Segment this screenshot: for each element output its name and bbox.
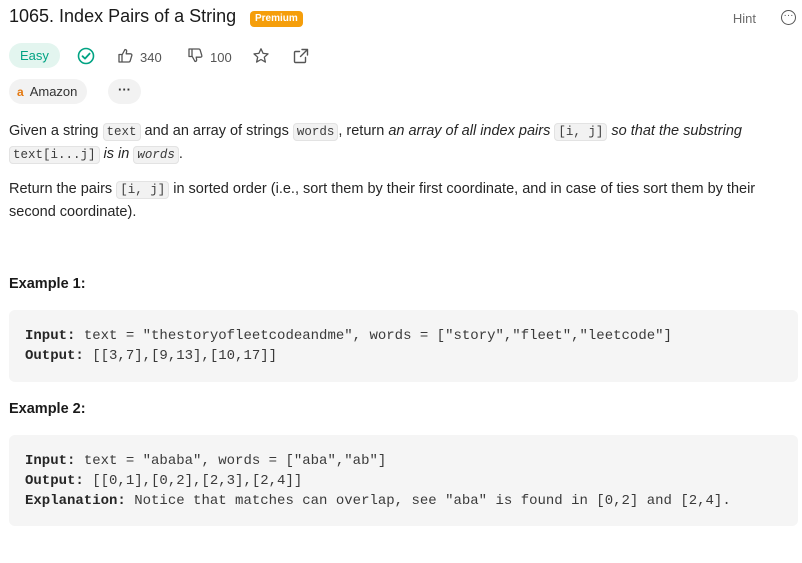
code-substring: text[i...j] bbox=[9, 146, 100, 164]
description-paragraph-1: Given a string text and an array of stri… bbox=[9, 123, 742, 164]
tag-label: Amazon bbox=[29, 84, 78, 99]
share-icon[interactable] bbox=[292, 47, 310, 70]
check-circle-icon bbox=[77, 47, 95, 70]
more-circle-icon[interactable]: ··· bbox=[781, 10, 796, 25]
problem-meta-bar: Easy 340 100 bbox=[9, 43, 509, 69]
code-ij: [i, j] bbox=[554, 123, 608, 141]
thumbs-up-icon bbox=[117, 47, 134, 67]
example-2-box: Input: text = "ababa", words = ["aba","a… bbox=[9, 435, 798, 526]
problem-title: 1065. Index Pairs of a String bbox=[9, 6, 237, 26]
example-explanation: Explanation: Notice that matches can ove… bbox=[25, 493, 731, 509]
more-tags-button[interactable]: ··· bbox=[108, 79, 141, 104]
example-1-box: Input: text = "thestoryofleetcodeandme",… bbox=[9, 310, 798, 382]
star-icon[interactable] bbox=[252, 47, 270, 70]
tag-amazon[interactable]: a Amazon bbox=[9, 79, 88, 104]
example-1-title: Example 1: bbox=[9, 276, 86, 292]
hint-button[interactable]: Hint bbox=[733, 11, 756, 26]
code-words-italic: words bbox=[133, 146, 179, 164]
thumbs-down-icon bbox=[187, 47, 204, 67]
example-2-title: Example 2: bbox=[9, 401, 86, 417]
code-text: text bbox=[102, 123, 141, 141]
example-output: Output: [[3,7],[9,13],[10,17]] bbox=[25, 348, 278, 364]
difficulty-badge: Easy bbox=[9, 43, 60, 68]
code-ij: [i, j] bbox=[116, 181, 170, 199]
amazon-logo-icon: a bbox=[17, 85, 24, 99]
example-input: Input: text = "ababa", words = ["aba","a… bbox=[25, 453, 387, 469]
problem-header: 1065. Index Pairs of a String Premium Hi… bbox=[9, 6, 796, 32]
description-paragraph-2: Return the pairs [i, j] in sorted order … bbox=[9, 181, 756, 220]
dislike-count: 100 bbox=[210, 49, 232, 65]
like-count: 340 bbox=[140, 49, 162, 65]
like-button[interactable]: 340 bbox=[117, 47, 162, 67]
code-words: words bbox=[292, 123, 339, 141]
example-input: Input: text = "thestoryofleetcodeandme",… bbox=[25, 328, 672, 344]
example-output: Output: [[0,1],[0,2],[2,3],[2,4]] bbox=[25, 473, 303, 489]
dislike-button[interactable]: 100 bbox=[187, 47, 232, 67]
premium-badge: Premium bbox=[250, 11, 303, 27]
problem-description: Given a string text and an array of stri… bbox=[9, 120, 789, 235]
